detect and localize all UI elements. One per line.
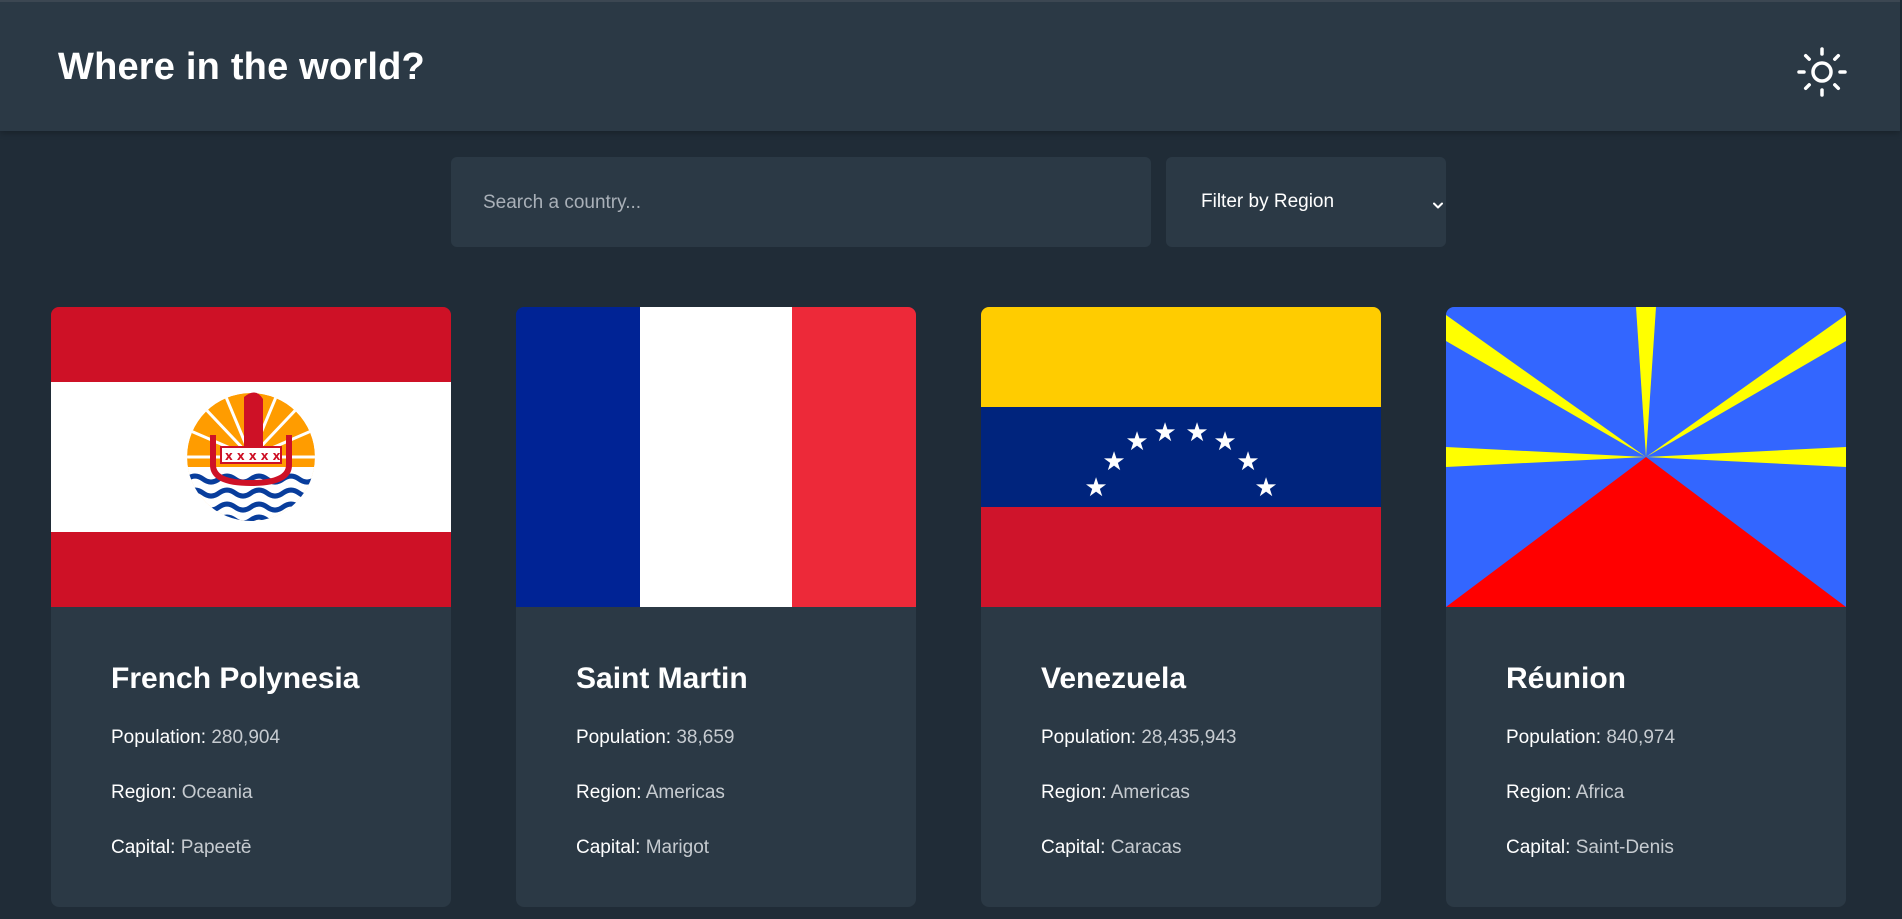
capital-stat: Capital: Marigot <box>576 837 710 858</box>
region-stat: Region: Americas <box>576 782 725 803</box>
region-filter-label: Filter by Region <box>1201 191 1335 212</box>
country-card[interactable]: Saint Martin <box>516 307 916 907</box>
svg-text:★: ★ <box>1102 447 1125 477</box>
country-flag <box>516 307 916 607</box>
population-stat: Population: 38,659 <box>576 727 735 748</box>
sun-icon[interactable] <box>1796 46 1848 98</box>
population-stat: Population: 28,435,943 <box>1041 727 1237 748</box>
svg-text:★: ★ <box>1084 473 1107 503</box>
capital-stat: Capital: Caracas <box>1041 837 1182 858</box>
population-value: 38,659 <box>676 727 735 748</box>
app-title: Where in the world? <box>58 46 425 88</box>
population-value: 840,974 <box>1606 727 1676 748</box>
country-name: Venezuela <box>1041 662 1187 695</box>
app-header: Where in the world? <box>0 0 1900 131</box>
svg-text:★: ★ <box>1153 418 1176 448</box>
country-flag: ★ ★ ★ ★ ★ ★ ★ ★ <box>981 307 1381 607</box>
search-box[interactable] <box>451 157 1151 249</box>
region-filter-select[interactable]: Filter by Region <box>1166 157 1446 247</box>
population-value: 28,435,943 <box>1141 727 1237 748</box>
region-value: Africa <box>1575 782 1625 803</box>
country-card[interactable]: Réunion <box>1446 307 1846 907</box>
region-stat: Region: Africa <box>1506 782 1625 803</box>
svg-text:★: ★ <box>1185 418 1208 448</box>
country-flag <box>1446 307 1846 607</box>
country-name: French Polynesia <box>111 662 360 695</box>
country-name: Réunion <box>1506 662 1626 695</box>
capital-value: Caracas <box>1110 837 1182 858</box>
capital-stat: Capital: Saint-Denis <box>1506 837 1674 858</box>
capital-value: Papeetē <box>180 837 252 858</box>
region-stat: Region: Oceania <box>111 782 253 803</box>
population-stat: Population: 840,974 <box>1506 727 1676 748</box>
svg-text:★: ★ <box>1213 427 1236 457</box>
country-flag: x x x x x <box>51 307 451 607</box>
capital-value: Saint-Denis <box>1575 837 1674 858</box>
population-value: 280,904 <box>211 727 281 748</box>
controls-bar: Filter by Region <box>0 157 1902 249</box>
region-value: Americas <box>1110 782 1190 803</box>
region-value: Americas <box>645 782 725 803</box>
region-value: Oceania <box>181 782 253 803</box>
capital-value: Marigot <box>645 837 710 858</box>
capital-stat: Capital: Papeetē <box>111 837 252 858</box>
country-name: Saint Martin <box>576 662 748 695</box>
population-stat: Population: 280,904 <box>111 727 281 748</box>
chevron-down-icon <box>1433 197 1443 215</box>
search-input[interactable] <box>481 157 1125 249</box>
country-card[interactable]: x x x x x French Polynesia <box>51 307 451 907</box>
svg-text:★: ★ <box>1254 473 1277 503</box>
svg-text:★: ★ <box>1125 427 1148 457</box>
region-stat: Region: Americas <box>1041 782 1190 803</box>
country-card[interactable]: ★ ★ ★ ★ ★ ★ ★ ★ Venezuela <box>981 307 1381 907</box>
svg-text:x x x x x: x x x x x <box>225 449 281 463</box>
